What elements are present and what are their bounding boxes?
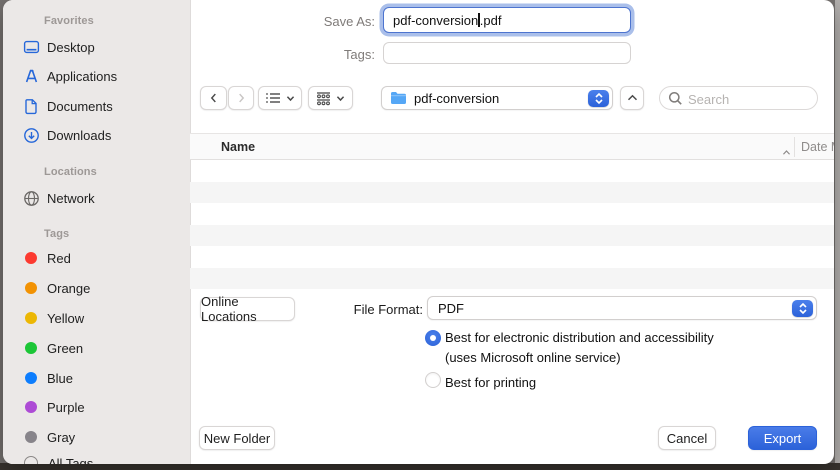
yellow-tag-icon: [25, 312, 37, 324]
filename-value-before-caret: pdf-conversion: [393, 13, 479, 28]
column-header-date-modified[interactable]: Date Modified: [801, 140, 834, 154]
file-list-row: [190, 246, 834, 268]
sidebar-item-tag-yellow[interactable]: Yellow: [3, 307, 190, 329]
search-input[interactable]: [686, 87, 818, 111]
new-folder-button[interactable]: New Folder: [199, 426, 275, 450]
list-view-icon: [265, 91, 281, 105]
applications-icon: [22, 67, 40, 85]
sidebar-item-downloads[interactable]: Downloads: [3, 124, 190, 146]
sidebar-item-tag-orange[interactable]: Orange: [3, 277, 190, 299]
search-icon: [668, 91, 683, 111]
filename-value-after-caret: .pdf: [479, 13, 502, 28]
sidebar-item-label: Orange: [47, 280, 91, 296]
orange-tag-icon: [25, 282, 37, 294]
file-list-row: [190, 224, 834, 246]
red-tag-icon: [25, 252, 37, 264]
radio-label-line1: Best for electronic distribution and acc…: [445, 330, 714, 345]
sidebar-section-tags: Tags: [44, 228, 70, 240]
blue-tag-icon: [25, 372, 37, 384]
column-header-name[interactable]: Name: [221, 140, 255, 154]
background-window-right: [835, 0, 840, 470]
sidebar-item-network[interactable]: Network: [3, 187, 190, 209]
file-list-row: [190, 160, 834, 182]
radio-best-printing[interactable]: [425, 372, 441, 388]
sidebar-item-tag-green[interactable]: Green: [3, 337, 190, 359]
purple-tag-icon: [25, 401, 37, 413]
sidebar-item-tag-gray[interactable]: Gray: [3, 426, 190, 448]
group-view-button[interactable]: [308, 86, 353, 110]
sidebar-item-label: Green: [47, 340, 84, 356]
forward-button[interactable]: [228, 86, 254, 110]
chevron-left-icon: [207, 91, 221, 105]
desktop-icon: [22, 38, 40, 56]
sidebar-item-label: Yellow: [47, 310, 85, 326]
back-button[interactable]: [200, 86, 227, 110]
file-list-header: Name Date Modified: [190, 133, 834, 160]
file-format-value: PDF: [438, 300, 464, 316]
sidebar-item-applications[interactable]: Applications: [3, 65, 190, 87]
cancel-button[interactable]: Cancel: [658, 426, 716, 450]
sidebar-section-favorites: Favorites: [44, 15, 94, 27]
gray-tag-icon: [25, 431, 37, 443]
chevron-down-icon: [336, 95, 345, 102]
radio-label-line2: (uses Microsoft online service): [445, 350, 621, 365]
online-locations-button[interactable]: Online Locations: [200, 294, 295, 324]
downloads-icon: [22, 126, 40, 144]
folder-icon: [390, 91, 407, 105]
folder-popup-value: pdf-conversion: [414, 90, 500, 106]
green-tag-icon: [25, 342, 37, 354]
background-window-bottom: [0, 463, 840, 470]
save-export-dialog: Favorites Desktop Applications Documents…: [3, 0, 834, 464]
sidebar-item-documents[interactable]: Documents: [3, 95, 190, 117]
all-tags-icon: [24, 456, 38, 464]
network-globe-icon: [22, 189, 40, 207]
tags-input[interactable]: [383, 42, 631, 64]
column-divider: [794, 137, 795, 157]
file-format-label: File Format:: [353, 302, 423, 317]
radio-best-printing-label[interactable]: Best for printing: [445, 373, 536, 393]
chevron-down-icon: [286, 95, 295, 102]
export-button[interactable]: Export: [748, 426, 817, 450]
folder-location-popup[interactable]: pdf-conversion: [381, 86, 613, 110]
radio-best-electronic[interactable]: [425, 330, 441, 346]
file-format-popup[interactable]: PDF: [427, 296, 817, 320]
sidebar-item-label: Desktop: [47, 39, 95, 55]
sidebar-item-label: All Tags: [48, 455, 94, 465]
sort-ascending-icon: [782, 143, 791, 161]
sidebar-item-tag-purple[interactable]: Purple: [3, 396, 190, 418]
sidebar-section-locations: Locations: [44, 166, 97, 178]
sidebar-item-label: Documents: [47, 98, 113, 114]
file-list-row: [190, 203, 834, 225]
file-list-row: [190, 181, 834, 203]
sidebar-item-label: Blue: [47, 370, 74, 386]
list-view-button[interactable]: [258, 86, 302, 110]
sidebar-item-label: Gray: [47, 429, 76, 445]
sidebar-item-all-tags[interactable]: All Tags: [3, 452, 190, 464]
collapse-expand-button[interactable]: [620, 86, 644, 110]
sidebar: Favorites Desktop Applications Documents…: [3, 0, 191, 464]
document-icon: [22, 97, 40, 115]
sidebar-item-label: Applications: [47, 68, 118, 84]
radio-best-electronic-label[interactable]: Best for electronic distribution and acc…: [445, 328, 775, 368]
sidebar-item-label: Purple: [47, 399, 85, 415]
tags-label: Tags:: [343, 47, 375, 62]
search-field[interactable]: [659, 86, 818, 111]
file-list: [190, 160, 834, 289]
sidebar-item-desktop[interactable]: Desktop: [3, 36, 190, 58]
save-as-label: Save As:: [323, 14, 375, 29]
popup-stepper-icon: [588, 90, 609, 107]
chevron-up-icon: [627, 94, 638, 102]
sidebar-item-tag-blue[interactable]: Blue: [3, 367, 190, 389]
sidebar-item-tag-red[interactable]: Red: [3, 247, 190, 269]
filename-input[interactable]: pdf-conversion .pdf: [383, 7, 631, 33]
sidebar-item-label: Network: [47, 190, 95, 206]
sidebar-item-label: Downloads: [47, 127, 112, 143]
sidebar-item-label: Red: [47, 250, 71, 266]
file-list-row: [190, 267, 834, 289]
popup-stepper-icon: [792, 300, 813, 317]
group-view-icon: [316, 91, 331, 106]
chevron-right-icon: [234, 91, 248, 105]
